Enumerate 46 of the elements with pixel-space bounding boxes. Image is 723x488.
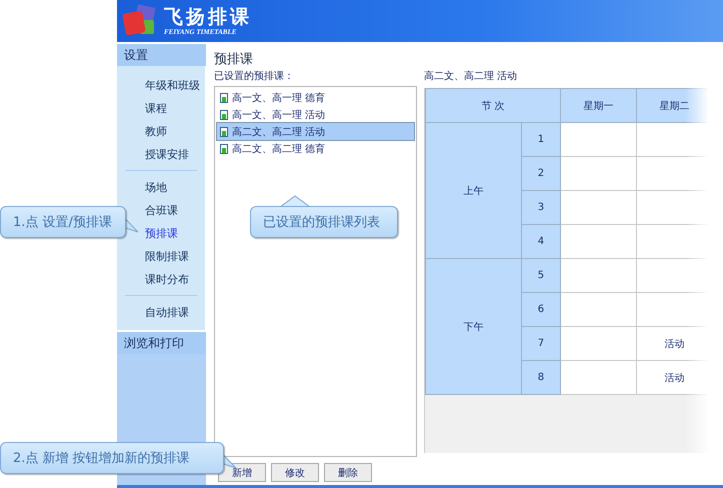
- period-number: 5: [521, 258, 560, 292]
- callout-pointer-icon: [280, 195, 310, 207]
- list-item-text: 高二文、高二理 活动: [232, 126, 326, 138]
- toolbar-button[interactable]: 删除: [324, 463, 372, 482]
- page-title: 预排课: [214, 51, 254, 68]
- column-header: 节 次: [426, 88, 560, 122]
- list-item[interactable]: 高二文、高二理 活动: [217, 123, 414, 140]
- document-icon: [220, 92, 228, 102]
- toolbar-button[interactable]: 新增: [218, 463, 266, 482]
- sidebar-section-header[interactable]: 设置: [117, 42, 206, 66]
- callout-tooltip: 1.点 设置/预排课: [0, 206, 126, 238]
- period-number: 1: [521, 122, 560, 156]
- list-item[interactable]: 高一文、高一理 德育: [217, 89, 414, 106]
- period-number: 3: [521, 190, 560, 224]
- list-label: 已设置的预排课：: [214, 70, 295, 84]
- period-number: 6: [521, 292, 560, 326]
- sidebar-item[interactable]: 场地: [117, 176, 205, 199]
- period-number: 2: [521, 156, 560, 190]
- column-header: 星期一: [560, 88, 636, 122]
- callout-tooltip: 2.点 新增 按钮增加新的预排课: [0, 442, 224, 474]
- toolbar-button[interactable]: 修改: [271, 463, 319, 482]
- sidebar-item[interactable]: 自动排课: [117, 301, 205, 324]
- list-item-text: 高一文、高一理 德育: [232, 92, 326, 104]
- period-number: 8: [521, 360, 560, 394]
- list-item-text: 高一文、高一理 活动: [232, 108, 326, 122]
- period-cell: 上午: [426, 122, 522, 258]
- sidebar-item[interactable]: 年级和班级: [117, 74, 205, 97]
- list-item-text: 高二文、高二理 德育: [232, 142, 326, 156]
- sidebar-item[interactable]: 授课安排: [117, 143, 205, 166]
- period-number: 4: [521, 224, 560, 258]
- period-number: 7: [521, 326, 560, 360]
- document-icon: [220, 110, 228, 120]
- sidebar-section-header[interactable]: 浏览和打印: [117, 330, 206, 354]
- period-cell: 下午: [426, 258, 522, 394]
- app-title: 飞扬排课: [164, 6, 252, 28]
- document-icon: [220, 144, 228, 154]
- logo-icon: [122, 4, 158, 38]
- list-item[interactable]: 高二文、高二理 德育: [217, 140, 414, 157]
- sidebar-item[interactable]: 课时分布: [117, 268, 205, 291]
- sidebar-item[interactable]: 课程: [117, 97, 205, 120]
- list-item[interactable]: 高一文、高一理 活动: [217, 106, 414, 123]
- sidebar-item[interactable]: 限制排课: [117, 245, 205, 268]
- callout-tooltip: 已设置的预排课列表: [250, 206, 398, 238]
- document-icon: [220, 126, 228, 136]
- sidebar-item[interactable]: 教师: [117, 120, 205, 143]
- schedule-title: 高二文、高二理 活动: [424, 70, 518, 84]
